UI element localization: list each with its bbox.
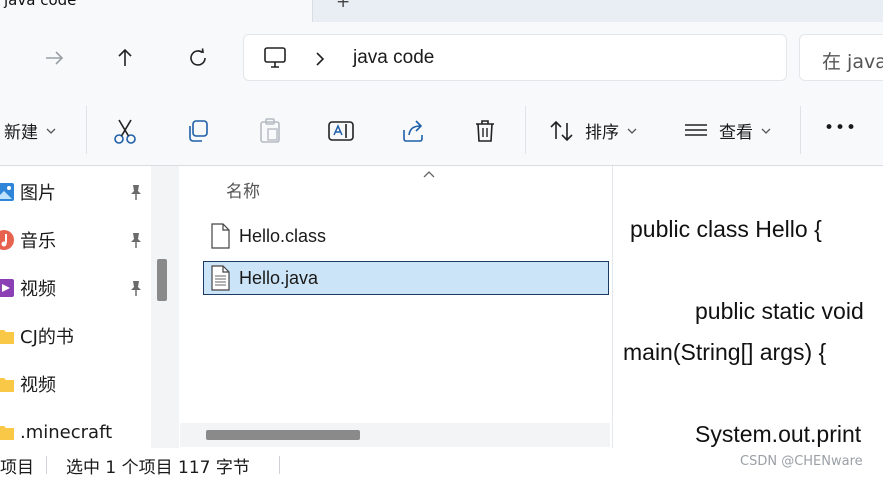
- videos-icon: [0, 279, 14, 297]
- sidebar-item-label: 音乐: [20, 231, 56, 252]
- rename-button[interactable]: [326, 116, 356, 146]
- watermark: CSDN @CHENware: [740, 454, 863, 469]
- sidebar-item-label: .minecraft: [20, 421, 113, 443]
- view-button[interactable]: 查看: [683, 118, 773, 143]
- list-view-icon: [685, 123, 707, 136]
- status-separator: [46, 456, 47, 474]
- copy-button[interactable]: [183, 116, 213, 146]
- rename-icon: [328, 121, 354, 141]
- sidebar-item-videos-folder[interactable]: 视频: [0, 369, 56, 399]
- sidebar-item-music[interactable]: 音乐: [0, 225, 56, 255]
- paste-button[interactable]: [255, 116, 285, 146]
- status-separator: [279, 456, 280, 474]
- new-button[interactable]: 新建: [4, 118, 58, 143]
- cut-button[interactable]: [110, 116, 140, 146]
- sidebar-item-label: 视频: [20, 279, 56, 300]
- chevron-down-icon: [761, 128, 771, 134]
- command-separator: [800, 106, 801, 154]
- sidebar-item-label: 视频: [20, 375, 56, 396]
- tab-title: java code: [4, 0, 77, 9]
- sort-icon: [550, 120, 573, 141]
- file-row-hello-java[interactable]: Hello.java: [203, 261, 609, 295]
- refresh-icon: [190, 48, 206, 66]
- chevron-down-icon: [46, 128, 56, 134]
- sort-label: 排序: [585, 123, 619, 143]
- navigation-pane: [0, 166, 150, 448]
- sidebar-item-videos[interactable]: 视频: [0, 273, 56, 303]
- forward-button[interactable]: [36, 40, 72, 76]
- status-selection: 选中 1 个项目 117 字节: [66, 458, 250, 478]
- chevron-right-icon[interactable]: [313, 50, 327, 72]
- arrow-up-icon: [118, 48, 132, 66]
- share-button[interactable]: [398, 116, 428, 146]
- horizontal-scrollbar-thumb[interactable]: [206, 430, 360, 440]
- pin-icon[interactable]: [127, 231, 145, 253]
- address-path[interactable]: java code: [353, 47, 434, 69]
- share-icon: [403, 120, 423, 142]
- pin-icon[interactable]: [127, 183, 145, 205]
- tab-java-code[interactable]: java code: [0, 0, 313, 22]
- preview-code-line: System.out.print: [695, 421, 862, 447]
- file-row-hello-class[interactable]: Hello.class: [203, 219, 609, 253]
- file-list: [180, 166, 610, 448]
- music-icon: [0, 230, 14, 250]
- command-separator: [86, 106, 87, 154]
- preview-code-line: public static void: [695, 298, 864, 324]
- chevron-down-icon: [627, 128, 637, 134]
- trash-icon: [476, 120, 494, 142]
- preview-pane: public class Hello { public static void …: [612, 166, 883, 448]
- clipboard-icon: [260, 118, 280, 143]
- new-label: 新建: [4, 123, 38, 143]
- sidebar-item-cj-books[interactable]: CJ的书: [0, 321, 74, 351]
- file-name: Hello.class: [239, 225, 327, 246]
- folder-icon: [0, 330, 14, 344]
- delete-button[interactable]: [470, 116, 500, 146]
- search-placeholder[interactable]: 在 java: [822, 47, 883, 74]
- view-label: 查看: [719, 123, 753, 143]
- sort-ascending-icon: [421, 166, 437, 185]
- text-file-icon: [211, 265, 230, 291]
- pictures-icon: [0, 183, 14, 201]
- sidebar-item-label: CJ的书: [20, 327, 74, 348]
- new-tab-button[interactable]: +: [336, 0, 350, 12]
- copy-icon: [189, 120, 208, 142]
- computer-icon: [262, 46, 288, 74]
- preview-code-line: public class Hello {: [630, 216, 822, 242]
- sidebar-item-pictures[interactable]: 图片: [0, 177, 56, 207]
- folder-icon: [0, 426, 14, 440]
- more-options-button[interactable]: •••: [824, 118, 857, 138]
- file-name: Hello.java: [239, 267, 319, 288]
- up-button[interactable]: [107, 40, 143, 76]
- command-separator: [525, 106, 526, 154]
- sidebar-item-minecraft[interactable]: .minecraft: [0, 417, 112, 447]
- folder-icon: [0, 378, 14, 392]
- pin-icon[interactable]: [127, 279, 145, 301]
- preview-code-line: main(String[] args) {: [623, 339, 827, 365]
- status-item-count: 项目: [0, 458, 34, 478]
- sidebar-scrollbar-thumb[interactable]: [157, 259, 167, 301]
- sidebar-scrollbar[interactable]: [151, 166, 179, 448]
- sidebar-item-label: 图片: [20, 183, 56, 204]
- arrow-right-icon: [46, 51, 64, 65]
- refresh-button[interactable]: [180, 40, 216, 76]
- column-header-name[interactable]: 名称: [226, 177, 260, 202]
- file-icon: [211, 223, 230, 249]
- scissors-icon: [114, 119, 136, 144]
- sort-button[interactable]: 排序: [549, 118, 639, 143]
